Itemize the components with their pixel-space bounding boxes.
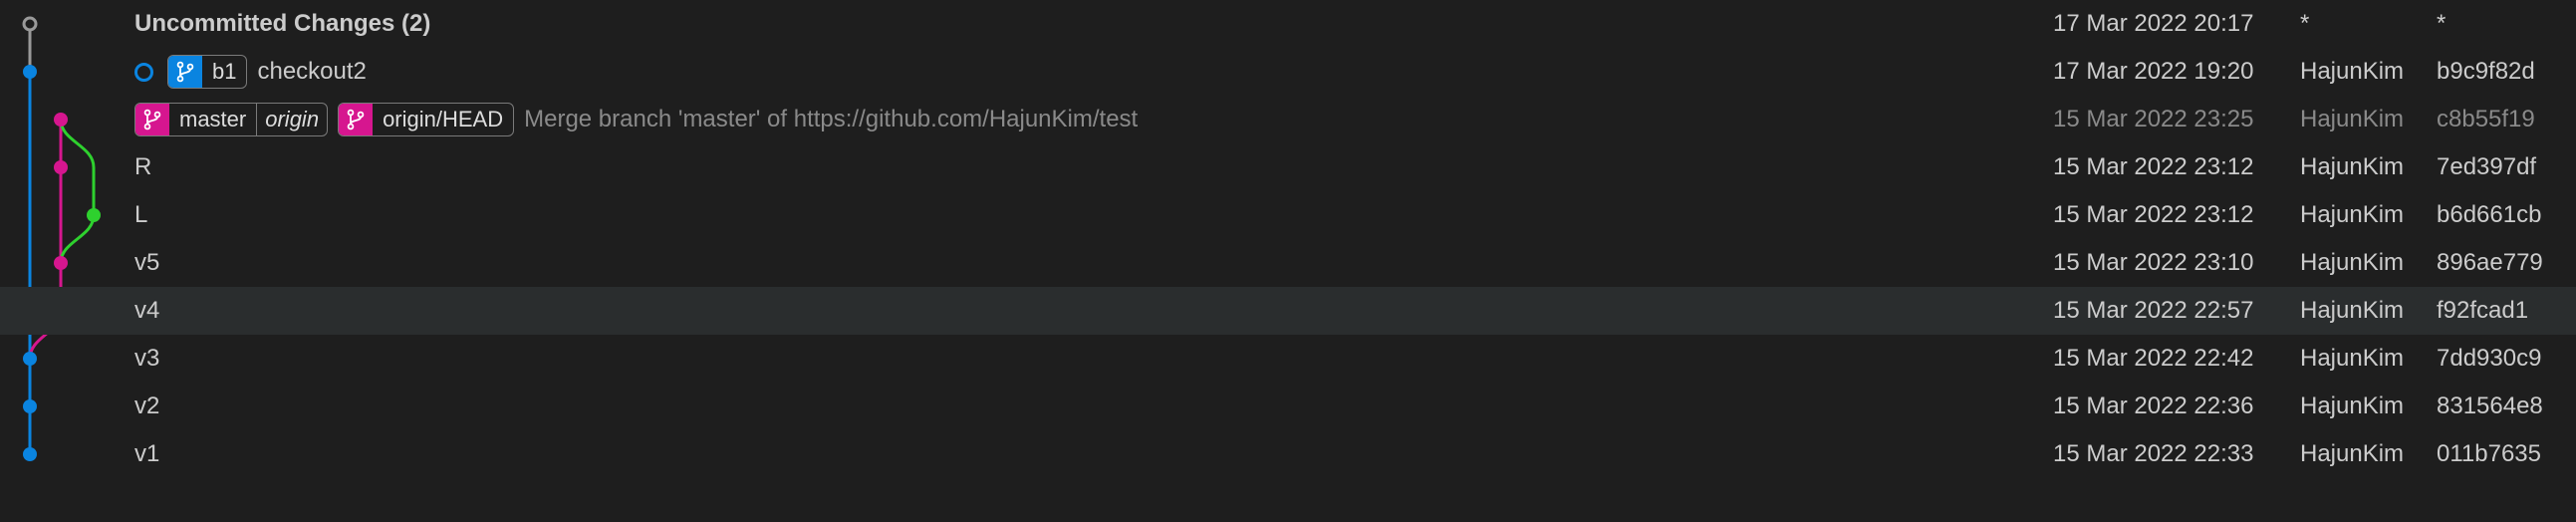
commit-date: 15 Mar 2022 23:25 xyxy=(2053,106,2254,132)
commit-row[interactable]: v3 15 Mar 2022 22:42 HajunKim 7dd930c9 xyxy=(0,335,2576,383)
branch-name: b1 xyxy=(212,59,237,84)
commit-author: HajunKim xyxy=(2300,153,2405,180)
commit-description: L xyxy=(134,191,147,239)
commit-description: v2 xyxy=(134,383,159,430)
commit-date: 15 Mar 2022 23:12 xyxy=(2053,153,2254,180)
commit-row[interactable]: v5 15 Mar 2022 23:10 HajunKim 896ae779 xyxy=(0,239,2576,287)
commit-date: 15 Mar 2022 22:36 xyxy=(2053,392,2254,419)
commit-hash: * xyxy=(2437,10,2447,37)
branch-icon xyxy=(168,56,202,88)
commit-row[interactable]: v4 15 Mar 2022 22:57 HajunKim f92fcad1 xyxy=(0,287,2576,335)
commit-author: HajunKim xyxy=(2300,201,2405,228)
commit-message: Uncommitted Changes (2) xyxy=(134,10,431,37)
commit-description: v1 xyxy=(134,430,159,478)
commit-description: Uncommitted Changes (2) xyxy=(134,0,430,48)
branch-label-master[interactable]: master origin xyxy=(134,103,329,136)
commit-row[interactable]: L 15 Mar 2022 23:12 HajunKim b6d661cb xyxy=(0,191,2576,239)
commit-author: HajunKim xyxy=(2300,249,2405,276)
commit-row[interactable]: Uncommitted Changes (2) 17 Mar 2022 20:1… xyxy=(0,0,2576,48)
commit-message: v2 xyxy=(134,392,160,419)
branch-label-origin-head[interactable]: origin/HEAD xyxy=(338,103,515,136)
commit-message: v1 xyxy=(134,440,160,467)
branch-name: origin/HEAD xyxy=(383,107,504,131)
commit-message: R xyxy=(134,153,152,180)
commit-description: v5 xyxy=(134,239,159,287)
commit-date: 15 Mar 2022 22:42 xyxy=(2053,345,2254,372)
commit-hash: 7ed397df xyxy=(2437,153,2537,180)
commit-author: HajunKim xyxy=(2300,58,2405,85)
ring-icon xyxy=(134,62,153,82)
commit-date: 15 Mar 2022 23:12 xyxy=(2053,201,2254,228)
commit-row[interactable]: v2 15 Mar 2022 22:36 HajunKim 831564e8 xyxy=(0,383,2576,430)
commit-description: R xyxy=(134,143,151,191)
commit-hash: b6d661cb xyxy=(2437,201,2542,228)
commit-message: v5 xyxy=(134,249,160,276)
commit-date: 15 Mar 2022 23:10 xyxy=(2053,249,2254,276)
remote-name: origin xyxy=(256,104,327,135)
commit-row[interactable]: R 15 Mar 2022 23:12 HajunKim 7ed397df xyxy=(0,143,2576,191)
commit-row[interactable]: master origin origin/HEAD Merge branch '… xyxy=(0,96,2576,143)
commit-author: HajunKim xyxy=(2300,392,2405,419)
branch-label-b1[interactable]: b1 xyxy=(167,55,248,89)
commit-description: b1 checkout2 xyxy=(134,48,367,96)
commit-hash: f92fcad1 xyxy=(2437,297,2529,324)
commit-date: 15 Mar 2022 22:57 xyxy=(2053,297,2254,324)
commit-hash: 7dd930c9 xyxy=(2437,345,2542,372)
commit-message: v4 xyxy=(134,297,160,324)
commit-date: 17 Mar 2022 19:20 xyxy=(2053,58,2254,85)
commit-hash: 011b7635 xyxy=(2437,440,2541,467)
commit-message: v3 xyxy=(134,345,160,372)
branch-name: master xyxy=(179,107,247,131)
commit-row[interactable]: v1 15 Mar 2022 22:33 HajunKim 011b7635 xyxy=(0,430,2576,478)
branch-icon xyxy=(135,104,169,135)
commit-description: master origin origin/HEAD Merge branch '… xyxy=(134,96,1138,143)
branch-icon xyxy=(339,104,374,135)
commit-description: v3 xyxy=(134,335,159,383)
commit-hash: 896ae779 xyxy=(2437,249,2543,276)
commit-message: Merge branch 'master' of https://github.… xyxy=(524,106,1139,132)
commit-author: HajunKim xyxy=(2300,297,2405,324)
commit-message: checkout2 xyxy=(257,58,367,85)
commit-author: HajunKim xyxy=(2300,440,2405,467)
commit-hash: 831564e8 xyxy=(2437,392,2543,419)
commit-row[interactable]: b1 checkout2 17 Mar 2022 19:20 HajunKim … xyxy=(0,48,2576,96)
commit-date: 17 Mar 2022 20:17 xyxy=(2053,10,2254,37)
commit-author: HajunKim xyxy=(2300,345,2405,372)
commit-message: L xyxy=(134,201,148,228)
commit-description: v4 xyxy=(134,287,159,335)
commit-author: * xyxy=(2300,10,2310,37)
commit-date: 15 Mar 2022 22:33 xyxy=(2053,440,2254,467)
commit-author: HajunKim xyxy=(2300,106,2405,132)
commit-hash: c8b55f19 xyxy=(2437,106,2535,132)
commit-hash: b9c9f82d xyxy=(2437,58,2535,85)
